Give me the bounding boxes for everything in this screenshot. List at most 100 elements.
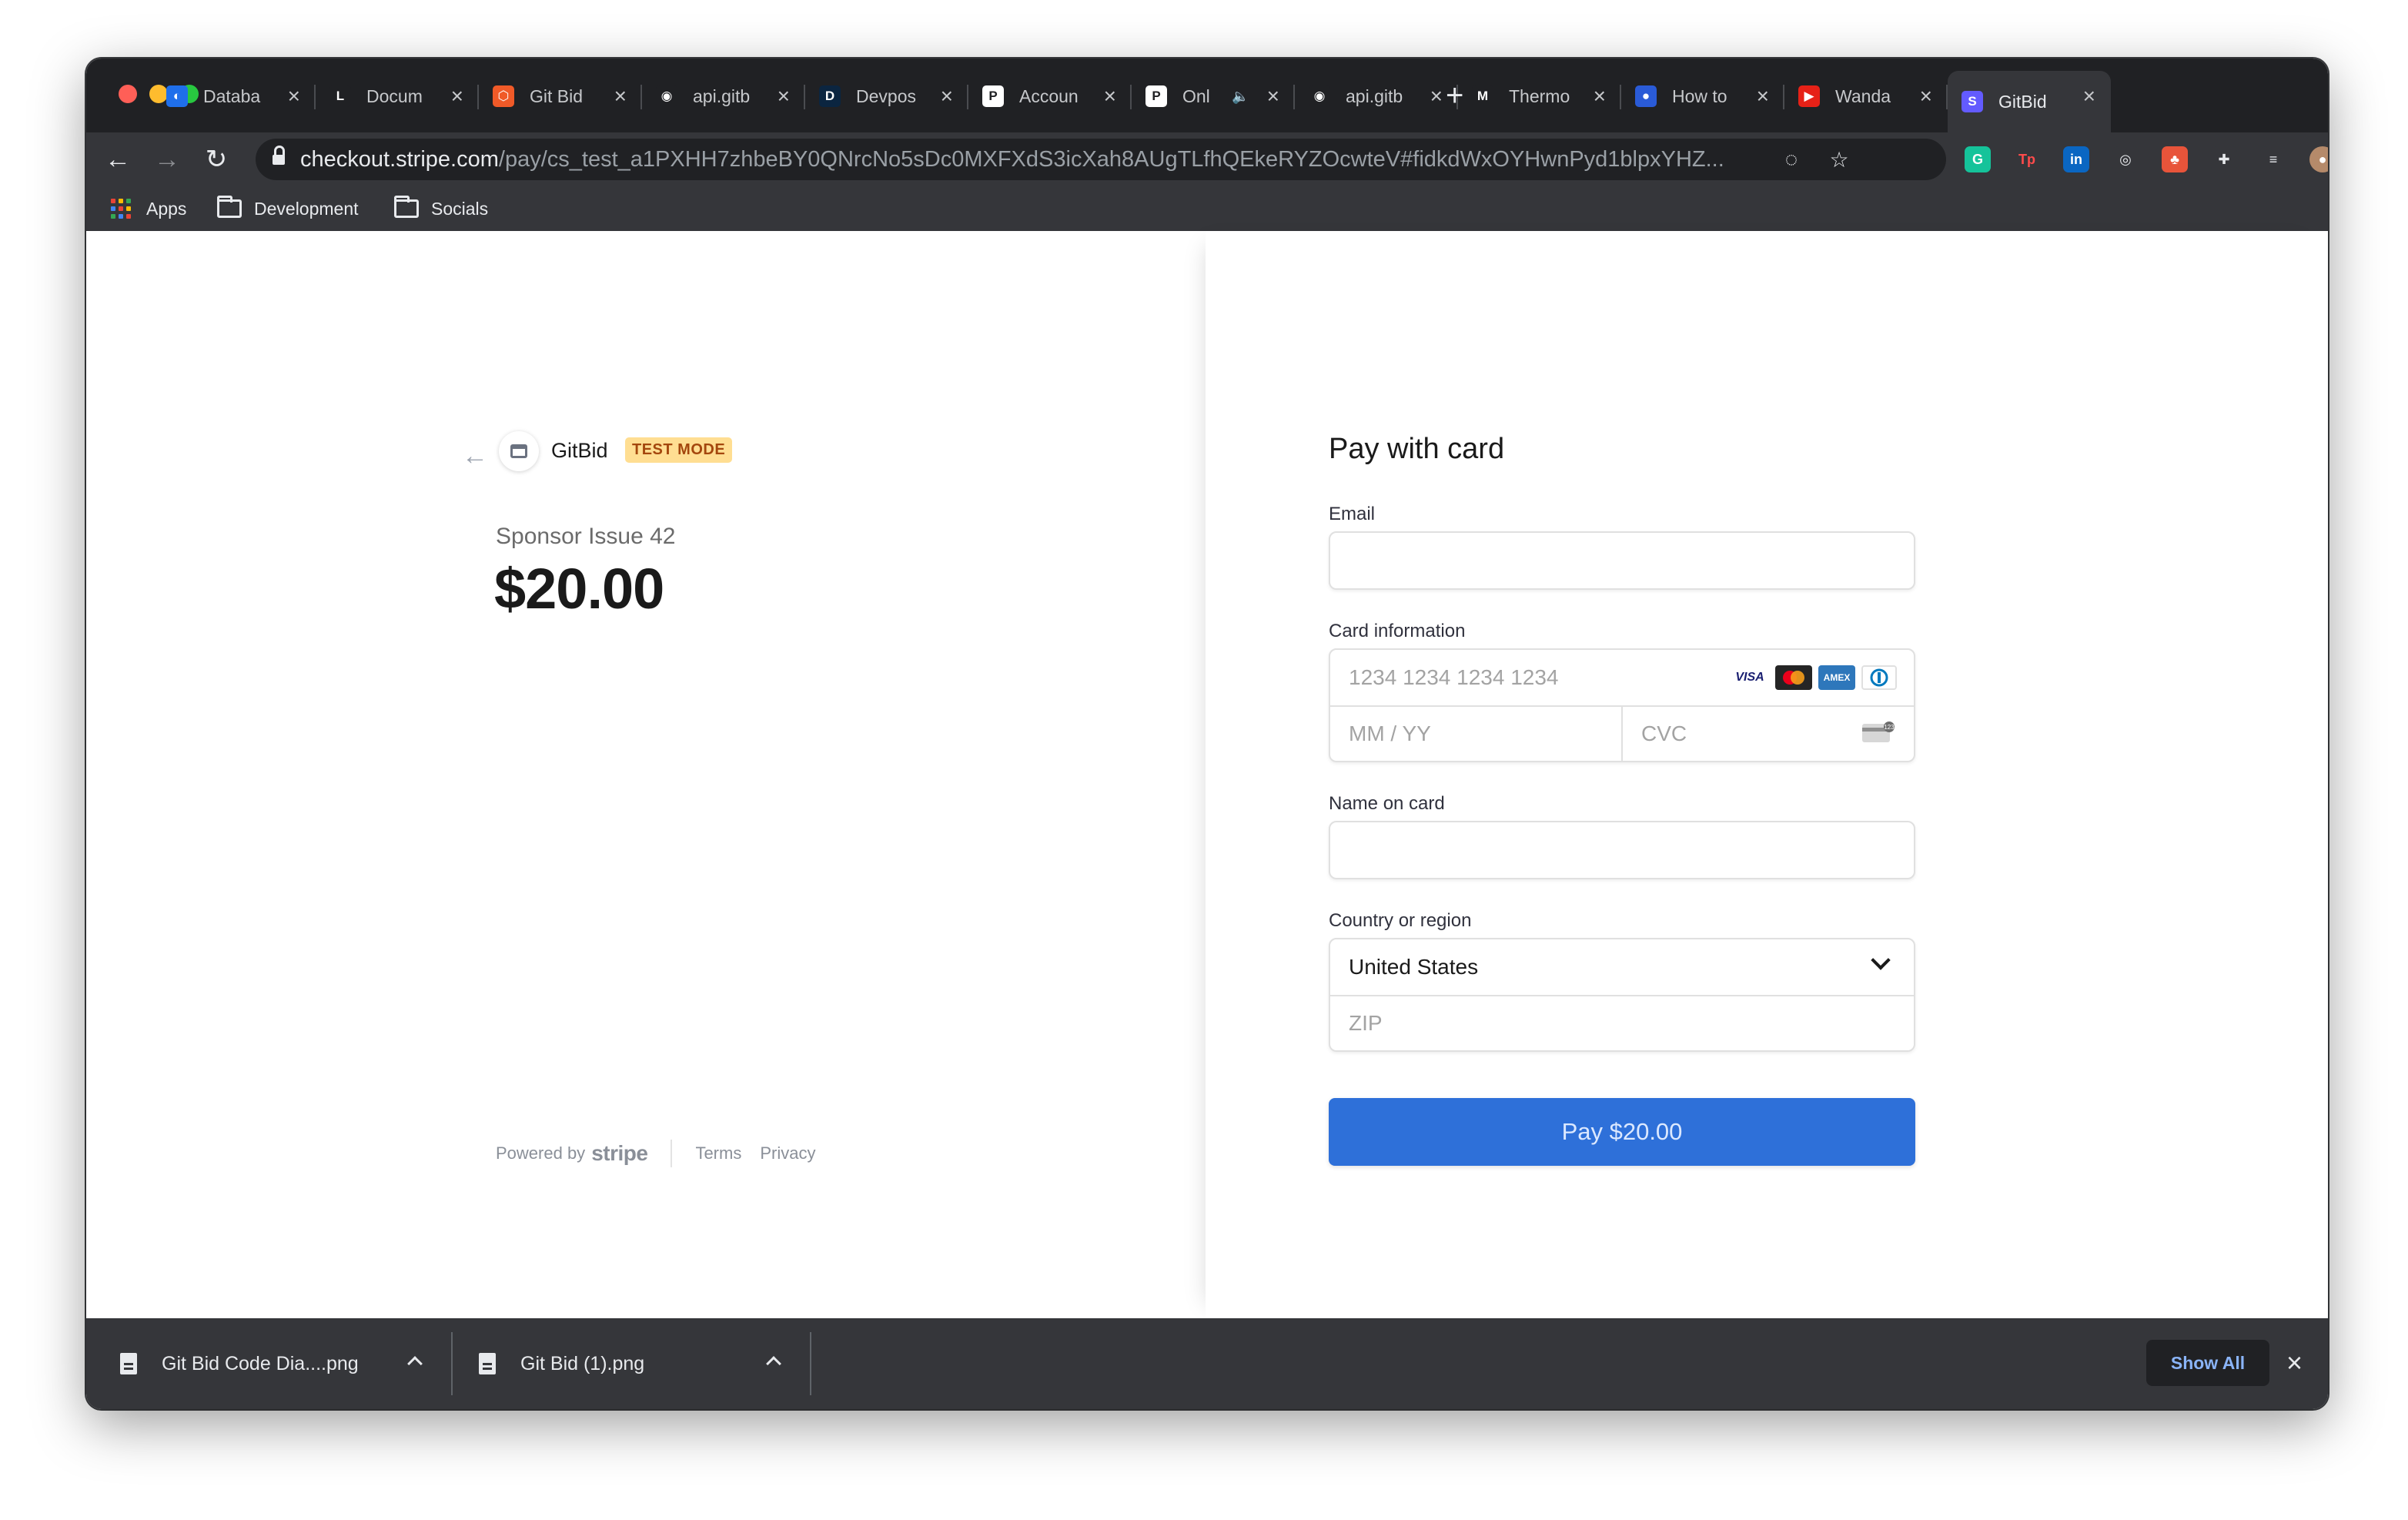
name-on-card-wrapper xyxy=(1329,821,1915,879)
spy-icon[interactable]: ◎ xyxy=(2112,146,2139,172)
bookmark-socials[interactable]: Socials xyxy=(394,186,488,231)
close-tab-icon[interactable]: × xyxy=(614,83,627,109)
browser-toolbar: ← → ↻ checkout.stripe.com/pay/cs_test_a1… xyxy=(86,132,2328,186)
close-tab-icon[interactable]: × xyxy=(1757,83,1769,109)
browser-tab[interactable]: ▶ Wanda × xyxy=(1784,71,1948,122)
store-icon xyxy=(499,431,539,471)
forward-button[interactable]: → xyxy=(149,142,185,177)
apps-grid-icon xyxy=(111,199,131,219)
folder-icon xyxy=(217,196,242,218)
browser-tab[interactable]: M Thermo × xyxy=(1458,71,1621,122)
speaker-icon[interactable]: 🔈 xyxy=(1232,89,1255,105)
close-tab-icon[interactable]: × xyxy=(1594,83,1606,109)
tab-favicon-icon: ▶ xyxy=(1798,85,1820,107)
close-tab-icon[interactable]: × xyxy=(941,83,953,109)
browser-tab[interactable]: S GitBid × xyxy=(1948,71,2111,132)
close-tab-icon[interactable]: × xyxy=(1920,83,1932,109)
test-mode-badge: TEST MODE xyxy=(625,437,733,463)
tp-icon[interactable]: Tp xyxy=(2014,146,2040,172)
close-tab-icon[interactable]: × xyxy=(451,83,463,109)
bookmarks-bar: Apps Development Socials xyxy=(86,186,2328,231)
close-tab-icon[interactable]: × xyxy=(1104,83,1116,109)
tab-favicon-icon: S xyxy=(1962,91,1983,112)
close-tab-icon[interactable]: × xyxy=(778,83,790,109)
browser-tab[interactable]: ◉ api.gitb × xyxy=(1295,71,1458,122)
tab-title: api.gitb xyxy=(1346,85,1403,106)
card-information-group: VISA AMEX 123 xyxy=(1329,648,1915,762)
form-title: Pay with card xyxy=(1329,433,1505,465)
browser-tab[interactable]: ⬡ Git Bid × xyxy=(479,71,642,122)
arrow-left-icon: ← xyxy=(462,441,488,470)
name-on-card-field[interactable] xyxy=(1330,822,1914,878)
grammarly-icon[interactable]: G xyxy=(1965,146,1991,172)
chevron-up-icon[interactable] xyxy=(766,1356,781,1371)
pay-button[interactable]: Pay $20.00 xyxy=(1329,1098,1915,1166)
stripe-logo[interactable]: stripe xyxy=(591,1141,648,1166)
diners-club-icon xyxy=(1861,665,1897,690)
address-bar[interactable]: checkout.stripe.com/pay/cs_test_a1PXHH7z… xyxy=(256,139,1946,180)
tab-favicon-icon: P xyxy=(1145,85,1167,107)
browser-tab[interactable]: P Accoun × xyxy=(968,71,1132,122)
email-field[interactable] xyxy=(1330,533,1914,588)
close-downloads-bar-button[interactable]: × xyxy=(2286,1346,2303,1380)
name-on-card-label: Name on card xyxy=(1329,793,1445,814)
folder-icon xyxy=(394,196,419,218)
browser-tab[interactable]: ◉ api.gitb × xyxy=(642,71,805,122)
privacy-link[interactable]: Privacy xyxy=(760,1143,815,1163)
star-icon[interactable]: ☆ xyxy=(1826,146,1852,172)
tab-title: Wanda xyxy=(1835,85,1891,106)
show-all-downloads-button[interactable]: Show All xyxy=(2146,1340,2269,1386)
tab-favicon-icon: D xyxy=(819,85,841,107)
download-filename: Git Bid (1).png xyxy=(520,1352,645,1374)
browser-tab[interactable]: ● How to × xyxy=(1621,71,1784,122)
url-path: /pay/cs_test_a1PXHH7zhbeBY0QNrcNo5sDc0MX… xyxy=(498,146,1724,172)
terms-link[interactable]: Terms xyxy=(695,1143,741,1163)
close-tab-icon[interactable]: × xyxy=(2083,83,2095,109)
back-button[interactable]: ← xyxy=(100,142,135,177)
bookmark-apps[interactable]: Apps xyxy=(111,186,186,231)
tab-title: Databa xyxy=(203,85,261,106)
download-item[interactable]: Git Bid (1).png xyxy=(479,1318,644,1409)
tab-favicon-icon: ● xyxy=(1635,85,1657,107)
bookmark-development-label: Development xyxy=(254,198,359,219)
tab-favicon-icon: ⬡ xyxy=(493,85,514,107)
browser-tab[interactable]: P Onl 🔈 × xyxy=(1132,71,1295,122)
linkedin-icon[interactable]: in xyxy=(2063,146,2089,172)
url-text[interactable]: checkout.stripe.com/pay/cs_test_a1PXHH7z… xyxy=(300,147,1794,172)
country-zip-group: United States xyxy=(1329,938,1915,1052)
close-tab-icon[interactable]: × xyxy=(1430,83,1443,109)
tab-title: Accoun xyxy=(1019,85,1079,106)
expiry-cell xyxy=(1330,707,1621,761)
browser-tab[interactable]: D Devpos × xyxy=(805,71,968,122)
close-tab-icon[interactable]: × xyxy=(1267,83,1279,109)
download-item[interactable]: Git Bid Code Dia....png xyxy=(120,1318,359,1409)
bookmark-development[interactable]: Development xyxy=(217,186,359,231)
avatar[interactable]: ● xyxy=(2309,146,2328,172)
amex-icon: AMEX xyxy=(1818,665,1855,690)
eye-off-icon[interactable]: ◌ xyxy=(1778,146,1804,172)
tab-title: api.gitb xyxy=(693,85,751,106)
chevron-down-icon xyxy=(1871,950,1891,970)
powered-by-text: Powered by xyxy=(496,1143,586,1163)
browser-tab[interactable]: L Docum × xyxy=(316,71,479,122)
tab-title: Docum xyxy=(366,85,423,106)
country-label: Country or region xyxy=(1329,910,1472,931)
zip-input[interactable] xyxy=(1330,996,1914,1050)
country-select[interactable]: United States xyxy=(1330,939,1914,995)
close-tab-icon[interactable]: × xyxy=(288,83,300,109)
back-to-merchant-button[interactable]: ← xyxy=(462,440,488,471)
close-window-button[interactable] xyxy=(119,85,137,103)
tree-icon[interactable]: ♣ xyxy=(2162,146,2188,172)
new-tab-button[interactable]: + xyxy=(1446,79,1463,112)
tab-title: Thermo xyxy=(1509,85,1570,106)
cvc-card-icon: 123 xyxy=(1861,721,1895,744)
chevron-up-icon[interactable] xyxy=(407,1356,423,1371)
reload-button[interactable]: ↻ xyxy=(199,142,234,177)
tab-favicon-icon: ◐ xyxy=(166,85,188,107)
browser-tab[interactable]: ◐ Databa × xyxy=(152,71,316,122)
download-separator xyxy=(451,1332,453,1395)
puzzle-icon[interactable]: ✚ xyxy=(2211,146,2237,172)
tab-title: Devpos xyxy=(856,85,916,106)
expiry-input[interactable] xyxy=(1330,707,1621,761)
playlist-icon[interactable]: ≡ xyxy=(2260,146,2286,172)
